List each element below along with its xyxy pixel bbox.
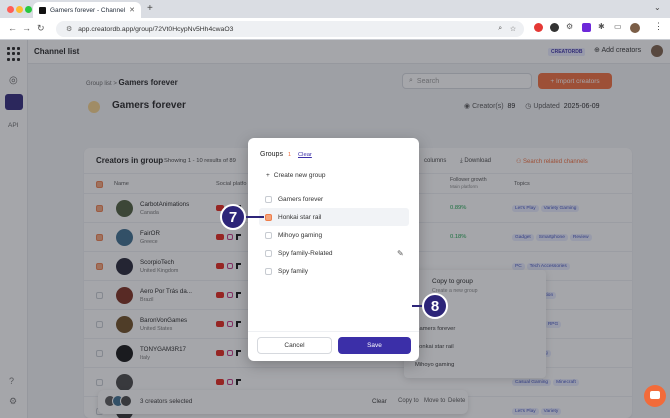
group-checkbox[interactable] — [265, 249, 272, 257]
group-checkbox[interactable] — [265, 195, 272, 203]
sidebar-toggle-icon[interactable]: ▭ — [614, 22, 622, 31]
group-option[interactable]: Spy family — [259, 262, 409, 280]
cancel-button[interactable]: Cancel — [257, 337, 332, 354]
group-option[interactable]: Spy family-Related — [259, 244, 409, 262]
extension-icon[interactable] — [582, 23, 591, 32]
close-window-icon[interactable] — [7, 6, 14, 13]
chat-icon — [650, 391, 660, 399]
chevron-down-icon[interactable]: ⌄ — [654, 3, 661, 12]
group-label: Mihoyo gaming — [278, 231, 323, 239]
puzzle-icon[interactable]: ✱ — [598, 22, 605, 31]
url-text: app.creatordb.app/group/72Vt0HcypNv5Hh4c… — [78, 25, 234, 33]
group-label: Spy family — [278, 267, 308, 275]
minimize-window-icon[interactable] — [16, 6, 23, 13]
step-7-badge: 7 — [220, 204, 246, 230]
group-label: Gamers forever — [278, 195, 324, 203]
step-8-badge: 8 — [422, 293, 448, 319]
profile-avatar[interactable] — [630, 23, 640, 33]
plus-icon: + — [266, 172, 270, 179]
create-new-group-button[interactable]: + Create new group — [266, 172, 325, 179]
address-bar[interactable]: ⚙ app.creatordb.app/group/72Vt0HcypNv5Hh… — [56, 21, 524, 37]
modal-title: Groups — [260, 151, 283, 158]
zoom-icon[interactable]: ⌕ — [498, 25, 502, 33]
group-option[interactable]: Honkai star rail — [259, 208, 409, 226]
selected-group-count: 1 — [288, 152, 292, 158]
new-tab-icon[interactable]: + — [147, 3, 153, 14]
tab-bar: Gamers forever - Channel list ✕ + ⌄ — [0, 0, 670, 18]
address-bar-row: ← → ↻ ⚙ app.creatordb.app/group/72Vt0Hcy… — [0, 18, 670, 40]
extension-icon[interactable]: ⚙ — [566, 22, 573, 31]
kebab-menu-icon[interactable]: ⋮ — [654, 21, 663, 32]
extension-icon[interactable] — [550, 23, 559, 32]
page: ◎ API ? ⚙ Channel list CREATORDB ⊕ Add c… — [0, 40, 670, 418]
browser-tab[interactable]: Gamers forever - Channel list ✕ — [33, 2, 141, 18]
maximize-window-icon[interactable] — [25, 6, 32, 13]
group-label: Honkai star rail — [278, 213, 322, 221]
site-info-icon[interactable]: ⚙ — [66, 25, 72, 33]
chat-support-button[interactable] — [644, 385, 666, 407]
reload-icon[interactable]: ↻ — [37, 23, 45, 34]
group-checkbox[interactable] — [265, 213, 272, 221]
close-tab-icon[interactable]: ✕ — [129, 6, 135, 14]
favicon-icon — [39, 6, 46, 14]
edit-pencil-icon[interactable]: ✎ — [397, 249, 404, 258]
create-new-group-label: Create new group — [273, 172, 326, 179]
modal-divider — [248, 331, 419, 332]
group-option[interactable]: Mihoyo gaming — [259, 226, 409, 244]
bookmark-star-icon[interactable]: ☆ — [510, 25, 516, 33]
back-icon[interactable]: ← — [8, 23, 17, 33]
group-checkbox[interactable] — [265, 231, 272, 239]
forward-icon[interactable]: → — [22, 23, 31, 33]
clear-groups-button[interactable]: Clear — [298, 152, 312, 158]
browser-chrome: Gamers forever - Channel list ✕ + ⌄ ← → … — [0, 0, 670, 40]
tab-title: Gamers forever - Channel list — [50, 6, 126, 14]
group-checkbox[interactable] — [265, 267, 272, 275]
groups-modal: Groups 1 Clear + Create new group Gamers … — [248, 138, 419, 361]
save-button[interactable]: Save — [338, 337, 411, 354]
group-label: Spy family-Related — [278, 249, 333, 257]
group-option[interactable]: Gamers forever — [259, 190, 409, 208]
extension-icon[interactable] — [534, 23, 543, 32]
